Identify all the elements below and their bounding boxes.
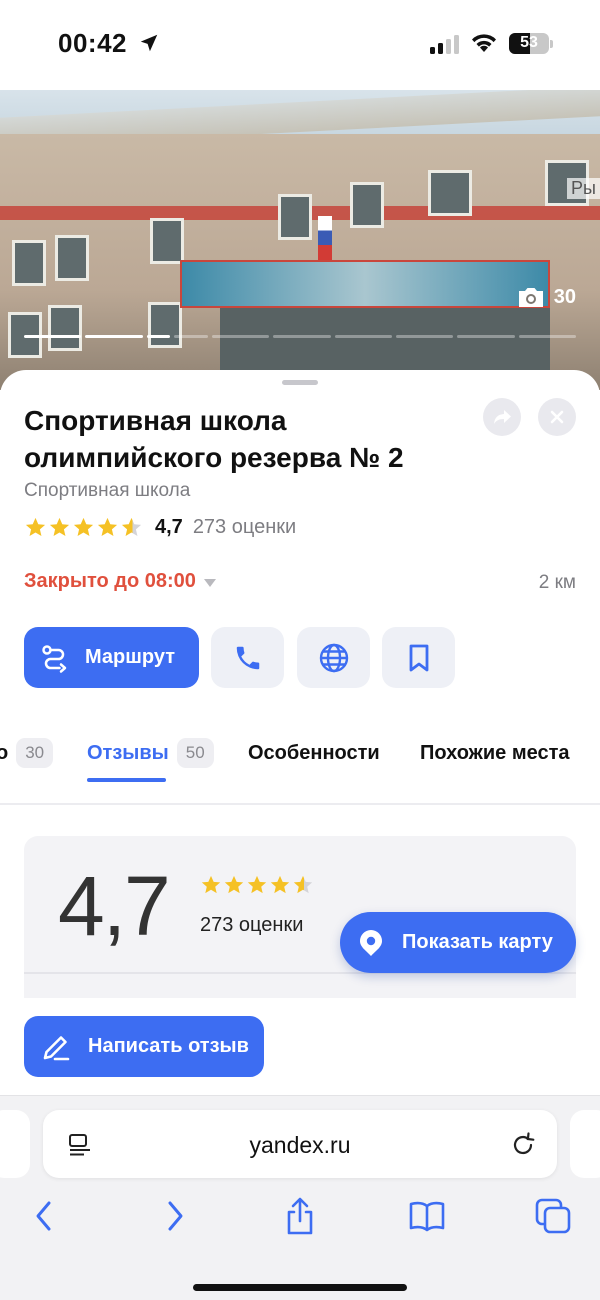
- write-review-label: Написать отзыв: [88, 1035, 249, 1057]
- star-icon: [270, 875, 290, 894]
- star-icon: [247, 875, 267, 894]
- back-button[interactable]: [24, 1196, 64, 1236]
- place-photo[interactable]: Ры 30: [0, 90, 600, 390]
- bookmark-button[interactable]: [382, 627, 455, 688]
- rating-count: 273 оценки: [192, 516, 297, 538]
- photo-pager: [24, 335, 576, 338]
- tab-label: о: [0, 741, 9, 764]
- call-button[interactable]: [211, 627, 284, 688]
- rating-value: 4,7: [155, 516, 183, 538]
- location-arrow-icon: [140, 34, 158, 52]
- star-icon: [224, 875, 244, 894]
- wifi-icon: [472, 34, 496, 52]
- url-text: yandex.ru: [249, 1132, 351, 1158]
- place-card-sheet: Спортивная школа олимпийского резерва № …: [0, 370, 600, 1100]
- reviews-rating-count: 273 оценки: [200, 914, 304, 936]
- tab-badge: 30: [16, 738, 54, 768]
- status-bar: 00:42 53: [0, 0, 600, 90]
- active-tab-indicator: [87, 778, 166, 782]
- tab-label: Похожие места: [420, 741, 570, 764]
- phone-icon: [236, 646, 259, 669]
- back-icon: [36, 1201, 51, 1231]
- next-tab-preview[interactable]: [570, 1110, 600, 1178]
- bookmark-icon: [409, 644, 428, 671]
- tab-features[interactable]: Особенности: [248, 735, 380, 771]
- tab-badge: 50: [176, 738, 214, 768]
- photo-count-value: 30: [553, 285, 576, 308]
- tab-photos[interactable]: о 30: [0, 735, 54, 771]
- share-sheet-icon: [287, 1197, 313, 1235]
- reviews-rating-value: 4,7: [58, 859, 171, 953]
- divider: [0, 803, 600, 805]
- photo-count[interactable]: 30: [516, 285, 576, 309]
- tab-similar-places[interactable]: Похожие места: [420, 735, 570, 771]
- hours-status: Закрыто до 08:00: [24, 570, 196, 592]
- star-icon: [97, 517, 118, 537]
- website-button[interactable]: [297, 627, 370, 688]
- star-icon: [201, 875, 221, 894]
- distance: 2 км: [538, 572, 576, 593]
- chevron-down-icon: [203, 579, 216, 587]
- status-time: 00:42: [58, 28, 127, 58]
- star-icon: [25, 517, 46, 537]
- map-label-fragment: Ры: [567, 178, 600, 199]
- place-category: Спортивная школа: [24, 480, 191, 501]
- share-icon: [494, 410, 511, 424]
- route-icon: [42, 644, 67, 673]
- share-button[interactable]: [483, 398, 521, 436]
- previous-tab-preview[interactable]: [0, 1110, 30, 1178]
- star-icon: [49, 517, 70, 537]
- browser-toolbar: yandex.ru: [0, 1095, 600, 1300]
- tabs-bar: о 30 Отзывы 50 Особенности Похожие места: [0, 735, 600, 805]
- close-icon: [550, 410, 564, 424]
- home-indicator: [193, 1284, 407, 1291]
- globe-icon: [319, 643, 348, 672]
- bookmarks-button[interactable]: [407, 1196, 447, 1236]
- battery-icon: 53: [509, 33, 549, 54]
- signal-icon: [430, 34, 459, 54]
- place-title: Спортивная школа олимпийского резерва № …: [24, 405, 404, 473]
- map-pin-icon: [360, 929, 382, 956]
- route-button[interactable]: Маршрут: [24, 627, 199, 688]
- forward-icon: [168, 1201, 183, 1231]
- route-label: Маршрут: [85, 646, 176, 668]
- tab-label: Отзывы: [87, 741, 169, 764]
- tabs-button[interactable]: [533, 1196, 573, 1236]
- reload-icon[interactable]: [509, 1131, 537, 1159]
- reviews-rating-stars: [200, 874, 314, 896]
- star-icon: [73, 517, 94, 537]
- camera-icon: [518, 288, 543, 307]
- tab-label: Особенности: [248, 741, 380, 764]
- write-review-button[interactable]: Написать отзыв: [24, 1016, 264, 1077]
- rating-summary[interactable]: 4,7 273 оценки: [24, 516, 296, 539]
- rating-stars: [24, 516, 143, 539]
- show-map-label: Показать карту: [402, 931, 553, 953]
- battery-level: 53: [520, 34, 538, 51]
- close-button[interactable]: [538, 398, 576, 436]
- forward-button[interactable]: [155, 1196, 195, 1236]
- show-map-button[interactable]: Показать карту: [340, 912, 576, 973]
- star-half-icon: [121, 517, 142, 537]
- tab-reviews[interactable]: Отзывы 50: [87, 735, 214, 771]
- star-half-icon: [293, 875, 313, 894]
- tabs-icon: [535, 1198, 571, 1234]
- pencil-icon: [43, 1035, 70, 1060]
- book-icon: [409, 1201, 445, 1232]
- address-bar[interactable]: yandex.ru: [43, 1110, 557, 1178]
- opening-hours[interactable]: Закрыто до 08:00: [24, 570, 216, 593]
- share-sheet-button[interactable]: [280, 1196, 320, 1236]
- sheet-grabber[interactable]: [282, 380, 318, 385]
